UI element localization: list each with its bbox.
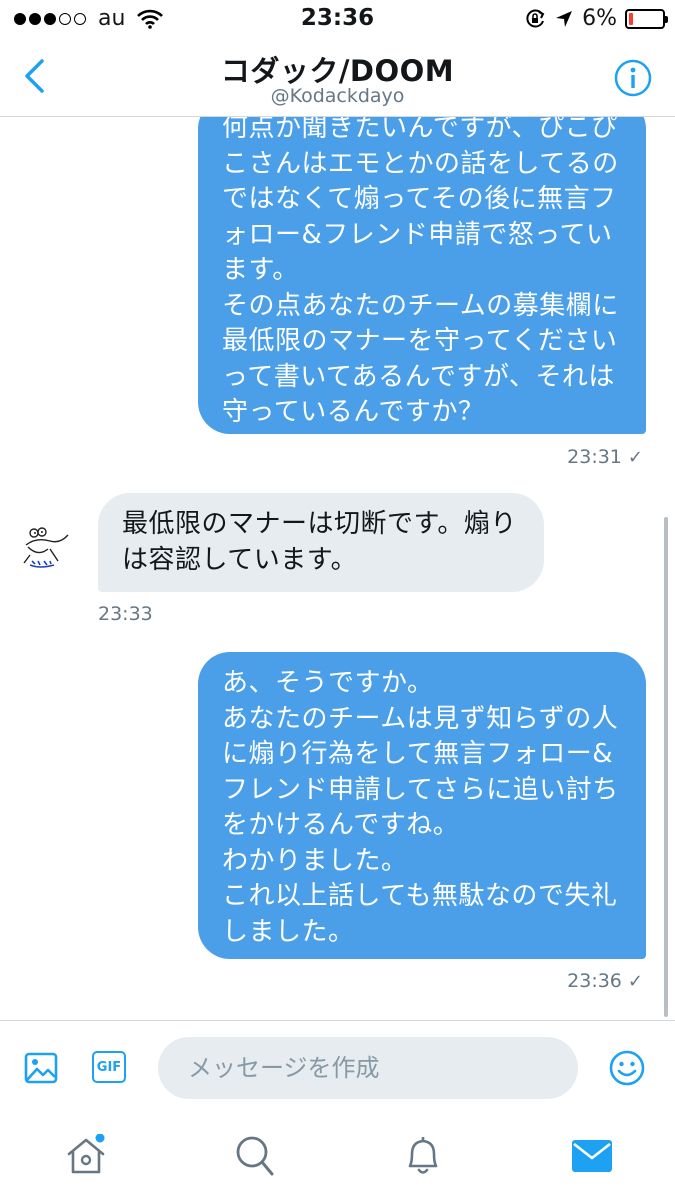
message-line: 何点か聞きたいんですが、ぴこぴ [222, 117, 618, 143]
message-line: 守っているんですか？ [222, 397, 485, 427]
conversation-handle: @Kodackdayo [270, 85, 405, 107]
scrollbar[interactable] [664, 517, 668, 1017]
message-line: あ、そうですか。 [222, 668, 434, 698]
message-line: って書いてあるんですが、それは [222, 361, 615, 392]
image-icon[interactable] [24, 1051, 58, 1085]
message-line: あなたのチームは見ず知らずの人 [222, 703, 619, 734]
sent-message-bubble[interactable]: 何点か聞きたいんですが、ぴこぴ こさんはエモとかの話をしてるの ではなくて煽って… [198, 117, 646, 434]
avatar[interactable] [20, 517, 84, 581]
message-line: これ以上話しても無駄なので失礼 [222, 881, 618, 911]
rotation-lock-icon [526, 9, 545, 27]
battery-icon [625, 8, 668, 29]
gif-icon[interactable]: GIF [92, 1051, 126, 1083]
message-line: こさんはエモとかの話をしてるの [222, 148, 619, 179]
message-line: その点あなたのチームの募集欄に [222, 290, 619, 321]
conversation-header: コダック/DOOM @Kodackdayo [0, 38, 675, 117]
home-icon[interactable] [64, 1134, 108, 1178]
bottom-tab-bar [0, 1120, 675, 1200]
search-icon[interactable] [234, 1134, 276, 1178]
message-line: しました。 [222, 916, 355, 947]
notifications-bell-icon[interactable] [402, 1134, 444, 1178]
avatar-doodle-icon [23, 527, 69, 568]
read-check-icon: ✓ [627, 971, 643, 992]
message-timestamp: 23:33 [98, 603, 153, 625]
message-timestamp: 23:31 ✓ [567, 446, 643, 468]
read-check-icon: ✓ [627, 447, 643, 468]
message-input[interactable] [158, 1037, 578, 1099]
message-line: フレンド申請してさらに追い討ち [222, 774, 619, 805]
message-line: わかりました。 [222, 845, 408, 876]
message-thread[interactable]: 何点か聞きたいんですが、ぴこぴ こさんはエモとかの話をしてるの ではなくて煽って… [0, 117, 675, 1020]
message-line: に煽り行為をして無言フォロー& [222, 739, 613, 769]
message-line: 最低限のマナーを守ってください [222, 326, 618, 356]
battery-percent: 6% [582, 6, 617, 31]
status-right: 6% [524, 6, 668, 31]
message-timestamp: 23:36 ✓ [567, 970, 643, 992]
message-line: ます。 [222, 255, 299, 285]
messages-envelope-icon[interactable] [570, 1138, 614, 1174]
message-line: をかけるんですね。 [222, 810, 460, 840]
emoji-icon[interactable] [608, 1049, 646, 1087]
message-line: 最低限のマナーは切断です。煽り [122, 509, 517, 539]
timestamp-text: 23:36 [567, 970, 622, 992]
received-message-bubble[interactable]: 最低限のマナーは切断です。煽り は容認しています。 [98, 493, 544, 592]
conversation-title: コダック/DOOM [220, 54, 455, 88]
message-line: ではなくて煽ってその後に無言フ [222, 184, 617, 214]
location-arrow-icon [556, 10, 573, 27]
timestamp-text: 23:31 [567, 446, 622, 468]
message-line: ォロー&フレンド申請で怒ってい [222, 219, 613, 250]
info-icon[interactable] [613, 58, 653, 98]
message-composer: GIF [0, 1020, 675, 1121]
status-bar: au 23:36 6% [0, 0, 675, 38]
sent-message-bubble[interactable]: あ、そうですか。 あなたのチームは見ず知らずの人 に煽り行為をして無言フォロー&… [198, 652, 646, 959]
message-line: は容認しています。 [122, 544, 358, 575]
gif-label: GIF [96, 1059, 122, 1075]
